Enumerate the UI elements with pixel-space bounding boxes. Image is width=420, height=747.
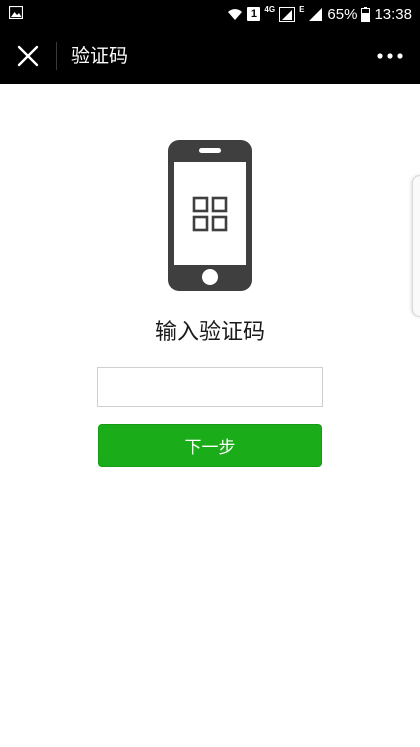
phone-grid-icon [168,140,252,291]
edge-pull-tab[interactable] [412,175,420,317]
verification-code-input[interactable] [97,367,323,407]
network-e-label: E [299,4,305,14]
battery-icon [361,6,371,22]
gallery-icon [9,6,23,19]
prompt-label: 输入验证码 [154,320,265,345]
signal-bars-icon [309,7,323,21]
screen: 1 4G E 65% 13:38 验证码 输入验证码 下一步 [0,0,420,747]
battery-percent: 65% [327,5,358,23]
status-bar: 1 4G E 65% 13:38 [0,0,420,28]
status-icons: 1 4G E 65% 13:38 [227,0,412,28]
sim-slot-badge: 1 [247,7,261,21]
wifi-icon [228,9,243,20]
clock-time: 13:38 [374,5,412,23]
title-bar: 验证码 [0,28,420,84]
close-icon [17,45,39,67]
network-4g-label: 4G [264,4,276,14]
close-button[interactable] [10,38,46,74]
page-title: 验证码 [71,45,129,67]
title-divider [56,42,57,70]
more-icon [377,53,403,59]
next-button[interactable]: 下一步 [98,424,322,467]
signal-icon [279,6,296,22]
more-button[interactable] [372,38,408,74]
